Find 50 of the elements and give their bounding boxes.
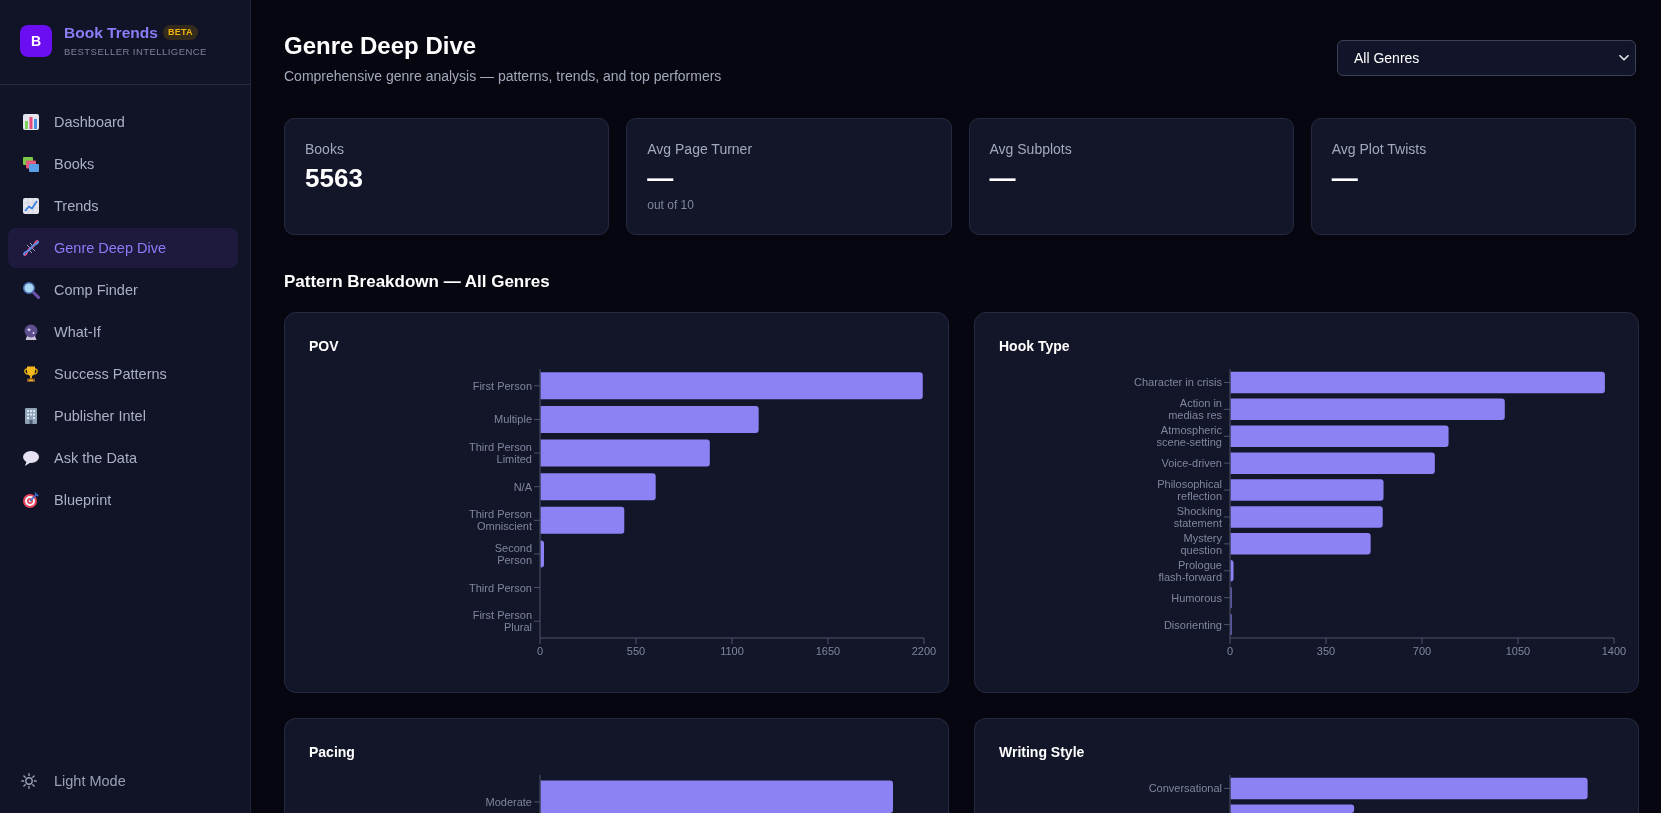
app-name: Book Trends [64, 23, 158, 42]
tick-label: 1650 [815, 645, 841, 657]
stat-value: — [1331, 163, 1358, 193]
axis-label: Character in crisis [1133, 376, 1222, 389]
axis-label: N/A [513, 480, 532, 493]
chart-title: Writing Style [999, 744, 1085, 761]
axis-label: Voice-driven [1161, 457, 1222, 470]
tick-label: 2200 [911, 645, 937, 657]
axis-label: Humorous [1171, 591, 1222, 604]
axis-label: Third Person Omniscient [469, 508, 532, 533]
tick-label: 1050 [1505, 645, 1531, 657]
chart-title: POV [309, 338, 339, 355]
axis-label: Atmospheric scene-setting [1156, 424, 1222, 449]
stat-label: Books [305, 140, 344, 159]
stat-note: out of 10 [647, 197, 694, 213]
axis-label: Philosophical reflection [1157, 478, 1222, 503]
tick-label: 350 [1316, 645, 1336, 657]
stat-label: Avg Plot Twists [1331, 140, 1427, 159]
stat-value: 5563 [305, 163, 363, 193]
tick-label: 0 [1226, 645, 1234, 657]
app-tagline: BESTSELLER INTELLIGENCE [64, 46, 207, 58]
axis-label: First Person [472, 379, 532, 392]
tick-label: 700 [1412, 645, 1432, 657]
axis-label: Multiple [494, 413, 532, 426]
tick-label: 1400 [1601, 645, 1627, 657]
tick-label: 0 [536, 645, 544, 657]
stat-value: — [989, 163, 1016, 193]
stat-value: — [647, 163, 674, 193]
axis-label: Mystery question [1180, 531, 1222, 556]
stat-label: Avg Page Turner [647, 140, 753, 159]
tick-label: 1100 [720, 645, 744, 657]
page-subtitle: Comprehensive genre analysis — patterns, trends, and top performers [284, 67, 722, 86]
axis-label: Second Person [494, 541, 532, 566]
beta-badge: BETA [162, 25, 198, 40]
axis-label: Action in medias res [1168, 397, 1222, 422]
axis-label: Third Person Limited [469, 441, 532, 466]
section-title: Pattern Breakdown — All Genres [284, 271, 551, 293]
axis-label: Moderate [485, 795, 532, 808]
axis-label: First Person Plural [472, 609, 532, 634]
app-logo: B [20, 24, 52, 57]
axis-label: Shocking statement [1173, 505, 1222, 529]
axis-label: Disorienting [1163, 618, 1222, 631]
axis-label: Conversational [1148, 782, 1222, 795]
page-title: Genre Deep Dive [284, 31, 478, 61]
stat-label: Avg Subplots [989, 140, 1072, 159]
axis-label: Third Person [469, 581, 532, 594]
chart-title: Hook Type [999, 338, 1070, 355]
chart-title: Pacing [309, 744, 355, 761]
axis-label: Prologue flash-forward [1158, 558, 1222, 583]
tick-label: 550 [626, 645, 646, 657]
